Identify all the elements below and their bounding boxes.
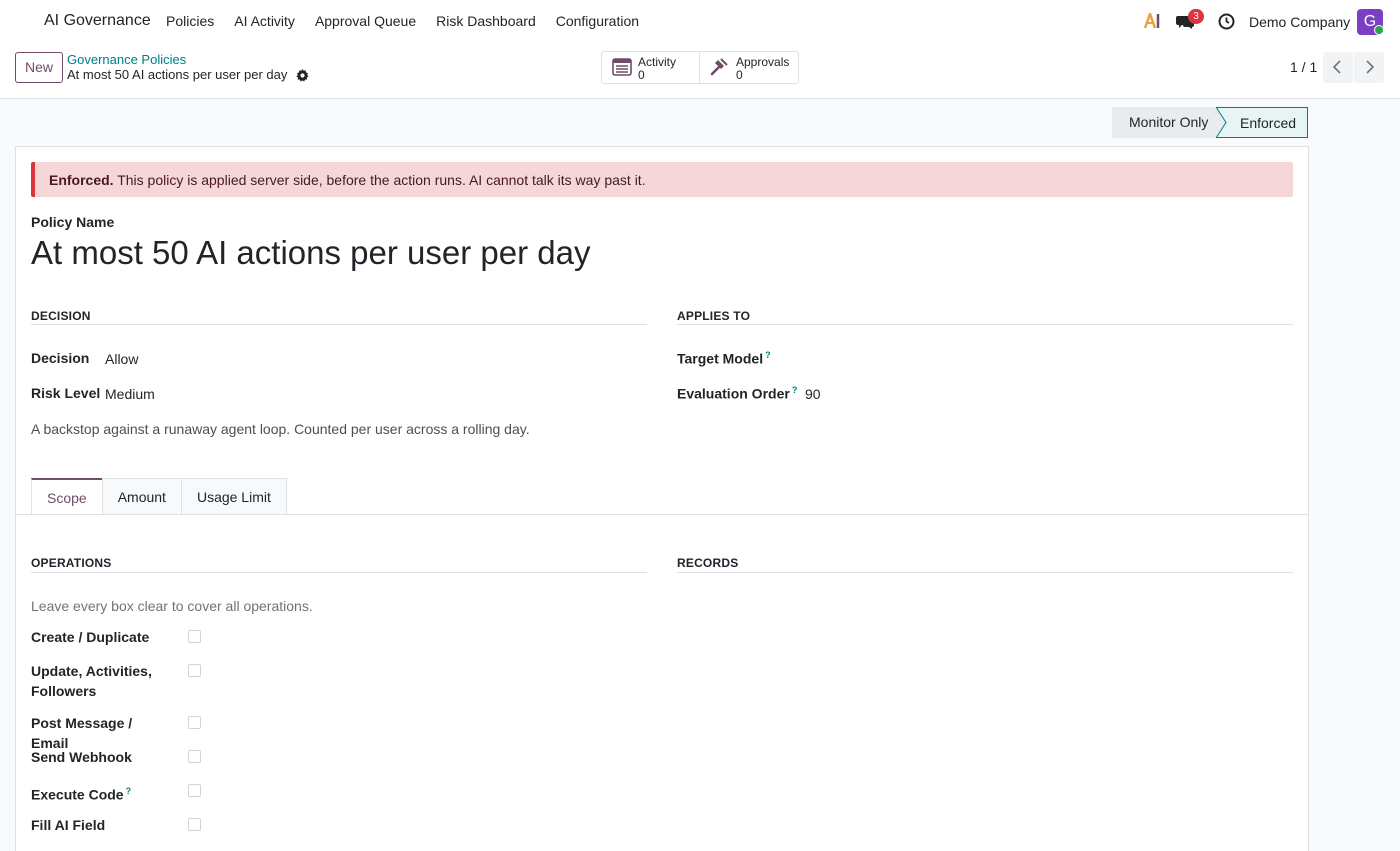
op-label-fill-ai-field: Fill AI Field [31, 817, 106, 833]
menu-item-configuration[interactable]: Configuration [556, 13, 639, 29]
activity-count: 0 [638, 68, 645, 82]
op-checkbox-update[interactable] [188, 664, 201, 677]
activity-smart-button[interactable]: Activity 0 [602, 52, 700, 83]
policy-name-field[interactable]: At most 50 AI actions per user per day [31, 234, 590, 272]
records-divider [677, 572, 1293, 573]
op-checkbox-send-webhook[interactable] [188, 750, 201, 763]
menu-item-risk-dashboard[interactable]: Risk Dashboard [436, 13, 536, 29]
activity-label: Activity [638, 55, 677, 69]
op-label-execute-code-text: Execute Code [31, 786, 124, 803]
target-model-label: Target Model? [677, 350, 771, 367]
decision-field[interactable]: Allow [105, 351, 138, 367]
tab-usage-limit[interactable]: Usage Limit [180, 478, 287, 515]
breadcrumb-parent[interactable]: Governance Policies [67, 52, 186, 67]
operations-hint: Leave every box clear to cover all opera… [31, 598, 313, 614]
menu-item-policies[interactable]: Policies [166, 13, 214, 29]
target-model-label-text: Target Model [677, 350, 764, 367]
records-section-title: RECORDS [677, 556, 739, 570]
evaluation-order-label-text: Evaluation Order [677, 385, 790, 402]
pager-value[interactable]: 1 / 1 [1290, 59, 1317, 75]
stage-monitor-only[interactable]: Monitor Only [1112, 107, 1219, 138]
policy-name-label: Policy Name [31, 214, 115, 230]
top-navbar: AI Governance Policies AI Activity Appro… [0, 0, 1400, 44]
decision-section-title: DECISION [31, 309, 91, 323]
new-button[interactable]: New [15, 52, 63, 83]
op-checkbox-execute-code[interactable] [188, 784, 201, 797]
risk-level-field[interactable]: Medium [105, 386, 155, 402]
enforced-alert: Enforced. This policy is applied server … [31, 162, 1293, 197]
smart-buttons: Activity 0 Approvals 0 [601, 51, 799, 84]
pager-previous-button[interactable] [1323, 52, 1353, 83]
op-checkbox-fill-ai-field[interactable] [188, 818, 201, 831]
alert-text: This policy is applied server side, befo… [113, 172, 646, 188]
presence-dot [1374, 25, 1384, 35]
op-label-send-webhook: Send Webhook [31, 749, 132, 765]
menu-item-approval-queue[interactable]: Approval Queue [315, 13, 416, 29]
op-checkbox-create-duplicate[interactable] [188, 630, 201, 643]
approvals-count: 0 [736, 68, 743, 82]
op-label-update: Update, Activities, Followers [31, 663, 152, 699]
decision-label: Decision [31, 350, 90, 366]
help-icon[interactable]: ? [765, 350, 771, 360]
notebook-tabs: Scope Amount Usage Limit [31, 478, 287, 515]
menu-item-ai-activity[interactable]: AI Activity [234, 13, 295, 29]
chat-badge: 3 [1188, 9, 1204, 24]
chevron-right-icon [1366, 60, 1375, 74]
policy-description[interactable]: A backstop against a runaway agent loop.… [31, 421, 530, 437]
op-label-execute-code: Execute Code? [31, 781, 171, 805]
evaluation-order-label: Evaluation Order? [677, 385, 797, 402]
approvals-label: Approvals [736, 55, 790, 69]
main-menu: Policies AI Activity Approval Queue Risk… [166, 13, 659, 29]
tab-scope[interactable]: Scope [31, 478, 103, 515]
tabs-divider [15, 514, 1309, 515]
ai-logo-icon[interactable] [1143, 10, 1162, 32]
clock-icon[interactable] [1218, 13, 1235, 30]
chevron-left-icon [1332, 60, 1341, 74]
list-icon [612, 58, 632, 76]
op-label-create-duplicate: Create / Duplicate [31, 629, 150, 645]
approvals-smart-button[interactable]: Approvals 0 [700, 52, 798, 83]
help-icon[interactable]: ? [792, 385, 798, 395]
stage-arrow [1216, 107, 1232, 138]
pager-next-button[interactable] [1354, 52, 1384, 83]
applies-to-divider [677, 324, 1293, 325]
operations-divider [31, 572, 647, 573]
operations-section-title: OPERATIONS [31, 556, 112, 570]
tab-amount[interactable]: Amount [101, 478, 182, 515]
help-icon[interactable]: ? [126, 786, 132, 796]
alert-bold: Enforced. [49, 172, 114, 188]
risk-level-label: Risk Level [31, 385, 101, 401]
gear-icon[interactable] [296, 69, 309, 82]
gavel-icon [710, 58, 728, 76]
evaluation-order-field[interactable]: 90 [805, 386, 821, 402]
stage-enforced[interactable]: Enforced [1219, 107, 1308, 138]
decision-divider [31, 324, 647, 325]
control-panel: New Governance Policies At most 50 AI ac… [0, 44, 1400, 99]
company-switcher[interactable]: Demo Company [1249, 14, 1350, 30]
status-bar: Monitor Only Enforced [1112, 107, 1308, 138]
app-title[interactable]: AI Governance [44, 12, 151, 30]
op-checkbox-post-message[interactable] [188, 716, 201, 729]
breadcrumb-current: At most 50 AI actions per user per day [67, 67, 288, 82]
applies-to-section-title: APPLIES TO [677, 309, 751, 323]
